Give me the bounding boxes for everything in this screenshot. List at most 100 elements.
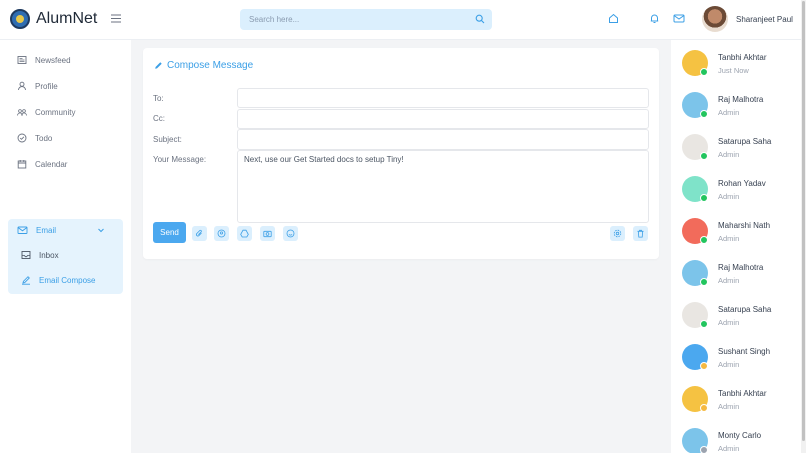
contact-item[interactable]: Monty Carlo Admin [671, 428, 801, 453]
online-status-dot [700, 320, 708, 328]
brand-name[interactable]: AlumNet [36, 10, 97, 28]
sidebar: Newsfeed Profile Community Todo Calendar… [0, 40, 131, 453]
contact-subtitle: Admin [718, 108, 740, 117]
sidebar-item-community[interactable]: Community [8, 101, 123, 123]
contact-subtitle: Admin [718, 402, 740, 411]
sidebar-item-label: Community [35, 107, 76, 117]
compose-card: Compose Message To: Cc: Subject: Your Me… [143, 48, 659, 259]
offline-status-dot [700, 446, 708, 453]
contact-item[interactable]: Satarupa Saha Admin [671, 302, 801, 344]
contact-name: Satarupa Saha [718, 137, 772, 146]
contact-subtitle: Admin [718, 360, 740, 369]
user-icon [18, 81, 26, 91]
away-status-dot [700, 404, 708, 412]
sidebar-item-label: Email Compose [39, 275, 96, 285]
top-header: AlumNet Sharanjeet Paul [0, 0, 806, 40]
sidebar-item-label: Calendar [35, 159, 68, 169]
online-status-dot [700, 194, 708, 202]
bell-icon[interactable] [649, 13, 660, 26]
drive-icon [240, 229, 249, 238]
contact-item[interactable]: Tanbhi Akhtar Just Now [671, 50, 801, 92]
sidebar-item-email-compose[interactable]: Email Compose [12, 269, 122, 291]
user-avatar[interactable] [702, 6, 728, 32]
message-editor[interactable]: Next, use our Get Started docs to setup … [237, 150, 649, 223]
contact-subtitle: Admin [718, 276, 740, 285]
contact-item[interactable]: Raj Malhotra Admin [671, 260, 801, 302]
sidebar-item-todo[interactable]: Todo [8, 127, 123, 149]
sidebar-item-calendar[interactable]: Calendar [8, 153, 123, 175]
location-button[interactable] [214, 226, 229, 241]
online-status-dot [700, 236, 708, 244]
contacts-panel: Tanbhi Akhtar Just Now Raj Malhotra Admi… [671, 40, 801, 453]
contact-subtitle: Admin [718, 150, 740, 159]
away-status-dot [700, 362, 708, 370]
email-menu-group: Email Inbox Email Compose [8, 219, 123, 294]
contact-item[interactable]: Maharshi Nath Admin [671, 218, 801, 260]
contact-name: Tanbhi Akhtar [718, 53, 767, 62]
subject-label: Subject: [153, 135, 182, 144]
alumnet-logo[interactable] [10, 9, 30, 29]
inbox-icon [21, 251, 31, 259]
newspaper-icon [17, 56, 27, 64]
contact-name: Rohan Yadav [718, 179, 766, 188]
contact-item[interactable]: Satarupa Saha Admin [671, 134, 801, 176]
contact-name: Raj Malhotra [718, 95, 764, 104]
to-label: To: [153, 94, 164, 103]
sidebar-item-label: Inbox [39, 250, 59, 260]
settings-button[interactable] [610, 226, 625, 241]
drive-button[interactable] [237, 226, 252, 241]
online-status-dot [700, 152, 708, 160]
pencil-icon [22, 276, 30, 285]
sidebar-item-newsfeed[interactable]: Newsfeed [8, 49, 123, 71]
sidebar-item-label: Todo [35, 133, 53, 143]
contact-item[interactable]: Sushant Singh Admin [671, 344, 801, 386]
home-icon[interactable] [608, 13, 619, 26]
menu-toggle-icon[interactable] [111, 12, 121, 26]
contact-item[interactable]: Raj Malhotra Admin [671, 92, 801, 134]
attach-button[interactable] [192, 226, 207, 241]
contact-subtitle: Admin [718, 192, 740, 201]
search-input[interactable] [240, 9, 460, 30]
delete-button[interactable] [633, 226, 648, 241]
sidebar-item-profile[interactable]: Profile [8, 75, 123, 97]
trash-icon [637, 229, 644, 238]
camera-button[interactable] [260, 226, 275, 241]
search-icon[interactable] [475, 14, 485, 26]
sidebar-item-email[interactable]: Email [8, 219, 123, 241]
contact-subtitle: Just Now [718, 66, 749, 75]
pencil-icon [155, 62, 162, 69]
compose-title: Compose Message [154, 60, 253, 71]
contact-item[interactable]: Rohan Yadav Admin [671, 176, 801, 218]
sidebar-item-inbox[interactable]: Inbox [12, 244, 122, 266]
mail-icon[interactable] [673, 13, 685, 26]
paperclip-icon [196, 229, 202, 237]
group-icon [17, 109, 27, 116]
user-name[interactable]: Sharanjeet Paul [736, 15, 793, 24]
emoji-button[interactable] [283, 226, 298, 241]
sidebar-item-label: Email [36, 225, 57, 235]
contact-item[interactable]: Tanbhi Akhtar Admin [671, 386, 801, 428]
contact-name: Monty Carlo [718, 431, 762, 440]
sidebar-item-label: Profile [35, 81, 58, 91]
check-circle-icon [17, 133, 27, 143]
chevron-down-icon[interactable] [97, 226, 105, 234]
contact-name: Tanbhi Akhtar [718, 389, 767, 398]
online-status-dot [700, 278, 708, 286]
page-scrollbar-thumb[interactable] [802, 1, 805, 441]
cc-label: Cc: [153, 114, 165, 123]
search-bar [240, 9, 492, 30]
contact-name: Satarupa Saha [718, 305, 772, 314]
message-label: Your Message: [153, 155, 207, 164]
online-status-dot [700, 68, 708, 76]
smile-icon [286, 229, 295, 238]
compose-title-text: Compose Message [167, 60, 254, 71]
mail-icon [17, 226, 28, 234]
contact-subtitle: Admin [718, 234, 740, 243]
to-field[interactable] [237, 88, 649, 108]
online-status-dot [700, 110, 708, 118]
send-button[interactable]: Send [153, 222, 186, 243]
subject-field[interactable] [237, 129, 649, 150]
location-pin-icon [217, 229, 226, 238]
contact-subtitle: Admin [718, 318, 740, 327]
cc-field[interactable] [237, 109, 649, 129]
